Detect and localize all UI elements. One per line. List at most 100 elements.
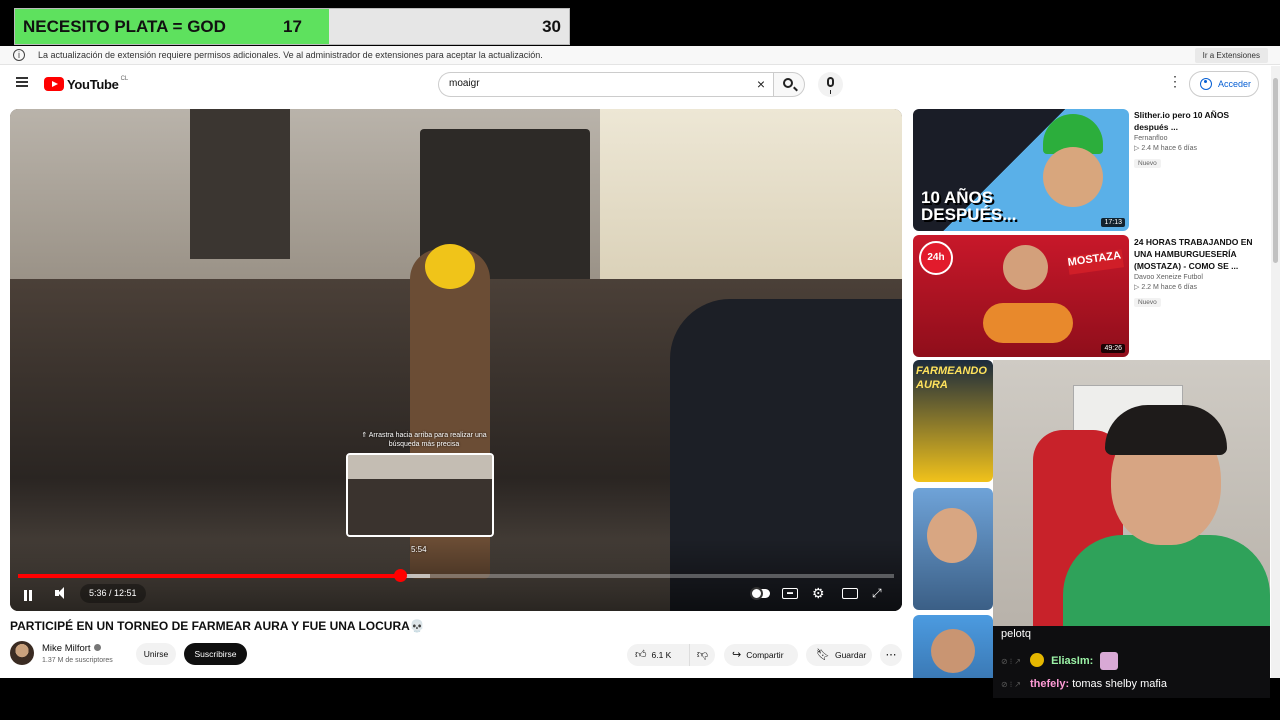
settings-gear-icon[interactable]: ⚙ [812, 586, 828, 600]
like-count: 6.1 K [651, 650, 672, 660]
sign-in-button[interactable]: Acceder [1189, 71, 1259, 97]
time-display: 5:36 / 12:51 [80, 584, 146, 603]
masthead: YouTube CL × ⋮ Acceder [0, 66, 1270, 102]
theater-mode-icon[interactable] [842, 588, 858, 599]
24h-badge-icon: 24h [919, 241, 953, 275]
thumbnail-text: 10 AÑOS DESPUÉS... [921, 188, 1017, 224]
new-badge: Nuevo [1134, 159, 1161, 168]
thumbs-up-icon: 👍︎ [635, 649, 647, 661]
chat-username[interactable]: thefely: [1030, 678, 1069, 690]
chat-text: pelotq [1001, 628, 1031, 640]
thumbnail-face [931, 629, 975, 673]
scrubber-handle[interactable] [393, 569, 407, 582]
thumbnail-face [1043, 147, 1103, 207]
more-options-icon[interactable]: ⋮ [1168, 74, 1182, 88]
share-button[interactable]: ↪ Compartir [724, 644, 798, 666]
youtube-wordmark: YouTube [67, 76, 119, 92]
webcam-hoodie [1063, 535, 1270, 628]
recommendation-thumbnail-4[interactable] [913, 488, 993, 610]
sub-badge-icon [1030, 653, 1045, 667]
info-message: La actualización de extensión requiere p… [38, 50, 543, 60]
recommendation-info-1[interactable]: Slither.io pero 10 AÑOS después ... Fern… [1134, 109, 1264, 170]
recommendation-title[interactable]: Slither.io pero 10 AÑOS después ... [1134, 109, 1264, 133]
more-actions-button[interactable]: ⋯ [880, 644, 902, 666]
extension-info-bar: i La actualización de extensión requiere… [0, 46, 1280, 65]
search-box: × [438, 72, 773, 97]
recommendation-meta: ▷ 2.4 M hace 6 días [1134, 145, 1197, 152]
thumbnail-face [927, 508, 977, 563]
sign-in-label: Acceder [1218, 79, 1252, 89]
autoplay-toggle[interactable] [750, 587, 770, 600]
search-input[interactable] [449, 78, 739, 89]
video-frame-window [190, 109, 290, 259]
voice-search-button[interactable] [818, 72, 843, 97]
youtube-play-icon [44, 77, 64, 91]
video-frame-yellow-mask [425, 244, 475, 289]
recommendation-thumbnail-5[interactable] [913, 615, 993, 678]
goal-max: 30 [542, 17, 561, 36]
goal-current: 17 [283, 17, 302, 36]
progress-bar[interactable] [18, 569, 894, 582]
microphone-icon [827, 77, 834, 94]
dislike-button[interactable]: 👎︎ [689, 644, 715, 666]
recommendation-thumbnail-2[interactable]: 24h MOSTAZA 49:26 [913, 235, 1129, 357]
goal-title: NECESITO PLATA = GOD [23, 17, 226, 36]
stream-goal-bar: NECESITO PLATA = GOD 17 30 [14, 8, 570, 45]
chat-text: tomas shelby mafia [1072, 678, 1167, 690]
channel-name-row[interactable]: Mike Milfort [42, 643, 101, 654]
mod-actions-icon[interactable]: ⊘⁝↗ [1001, 657, 1023, 666]
video-duration: 49:26 [1101, 344, 1125, 353]
chat-message: ⊘⁝↗ thefely: tomas shelby mafia [1001, 678, 1167, 690]
subscriber-count: 1.37 M de suscriptores [42, 657, 113, 664]
share-label: Compartir [746, 650, 784, 660]
recommendation-channel[interactable]: Davoo Xeneize Futbol [1134, 274, 1264, 281]
hamburger-menu-icon[interactable] [16, 77, 28, 87]
region-code: CL [120, 76, 129, 82]
join-button[interactable]: Unirse [136, 643, 176, 665]
info-icon: i [13, 49, 25, 61]
recommendation-title[interactable]: 24 HORAS TRABAJANDO EN UNA HAMBURGUESERÍ… [1134, 236, 1264, 272]
mod-actions-icon[interactable]: ⊘⁝↗ [1001, 680, 1023, 689]
thumbs-down-icon: 👎︎ [696, 649, 709, 661]
subtitles-icon[interactable]: ▬ [782, 588, 798, 599]
recommendation-channel[interactable]: Fernanfloo [1134, 135, 1264, 142]
clear-search-icon[interactable]: × [757, 77, 765, 91]
account-icon [1200, 78, 1212, 90]
chat-message: ⊘⁝↗ EliasIm: [1001, 652, 1119, 670]
youtube-logo[interactable]: YouTube CL [44, 75, 128, 93]
webcam-overlay [993, 360, 1270, 628]
thumbnail-burger [983, 303, 1073, 343]
bookmark-icon: 🔖︎ [816, 649, 830, 661]
page-scrollbar[interactable] [1271, 66, 1280, 678]
save-label: Guardar [834, 650, 867, 660]
search-button[interactable] [773, 72, 805, 97]
chat-username[interactable]: EliasIm: [1051, 655, 1093, 667]
channel-avatar[interactable] [10, 641, 34, 665]
subscribe-button[interactable]: Suscribirse [184, 643, 247, 665]
go-to-extensions-button[interactable]: Ir a Extensiones [1194, 48, 1268, 63]
thumbnail-face [1003, 245, 1048, 290]
save-button[interactable]: 🔖︎ Guardar [806, 644, 872, 666]
thumbnail-text: FARMEANDO AURA [916, 365, 987, 391]
recommendation-info-2[interactable]: 24 HORAS TRABAJANDO EN UNA HAMBURGUESERÍ… [1134, 236, 1264, 309]
recommendation-thumbnail-3[interactable]: FARMEANDO AURA [913, 360, 993, 482]
scrub-hint: ⇑ Arrastra hacia arriba para realizar un… [361, 432, 487, 448]
like-button[interactable]: 👍︎ 6.1 K [627, 644, 689, 666]
new-badge: Nuevo [1134, 298, 1161, 307]
video-title: PARTICIPÉ EN UN TORNEO DE FARMEAR AURA Y… [10, 619, 425, 633]
channel-name[interactable]: Mike Milfort [42, 643, 91, 654]
fullscreen-icon[interactable]: ⤢ [872, 586, 888, 600]
screen: NECESITO PLATA = GOD 17 30 i La actualiz… [0, 0, 1280, 720]
chat-message: pelotq [1001, 628, 1031, 640]
verified-icon [93, 644, 101, 651]
video-player[interactable]: ⇑ Arrastra hacia arriba para realizar un… [10, 109, 902, 611]
played-bar [18, 574, 400, 578]
webcam-hair [1105, 405, 1227, 455]
volume-icon[interactable] [55, 586, 71, 600]
recommendation-thumbnail-1[interactable]: 10 AÑOS DESPUÉS... 17:13 [913, 109, 1129, 231]
scrub-time: 5:54 [411, 545, 427, 554]
video-duration: 17:13 [1101, 218, 1125, 227]
scrub-preview-thumbnail [346, 453, 494, 537]
scrollbar-thumb[interactable] [1273, 78, 1278, 263]
pause-icon[interactable] [24, 588, 34, 601]
